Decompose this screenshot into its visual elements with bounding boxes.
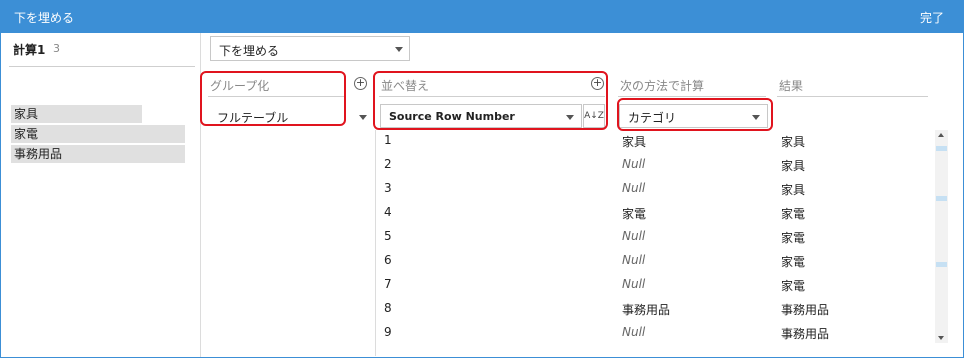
category-cell: 家電 xyxy=(622,207,647,221)
divider xyxy=(777,96,928,97)
result-cell: 家具 xyxy=(781,183,806,197)
scroll-up-icon[interactable] xyxy=(938,133,944,137)
scroll-marker xyxy=(936,146,947,151)
row-number: 8 xyxy=(384,301,392,315)
result-header: 結果 xyxy=(779,79,804,93)
sort-order-icon[interactable]: A↓Z xyxy=(583,104,605,128)
result-cell: 家電 xyxy=(781,231,806,245)
sort-by-dropdown[interactable]: Source Row Number xyxy=(380,104,582,128)
scroll-marker xyxy=(936,262,947,267)
table-row: 9 Null 事務用品 xyxy=(0,322,930,346)
function-select-value: 下を埋める xyxy=(219,44,280,58)
table-row: 3 Null 家具 xyxy=(0,178,930,202)
compute-by-value: カテゴリ xyxy=(628,111,677,125)
table-row: 2 Null 家具 xyxy=(0,154,930,178)
category-cell: Null xyxy=(622,157,646,171)
row-number: 6 xyxy=(384,253,392,267)
chevron-down-icon xyxy=(395,47,403,52)
category-cell: Null xyxy=(622,277,646,291)
table-row: 6 Null 家電 xyxy=(0,250,930,274)
scroll-marker xyxy=(936,196,947,201)
result-cell: 家具 xyxy=(781,135,806,149)
table-row: 8 事務用品 事務用品 xyxy=(0,298,930,322)
add-sort-plus-icon[interactable]: + xyxy=(591,77,604,90)
row-number: 4 xyxy=(384,205,392,219)
result-cell: 家電 xyxy=(781,279,806,293)
category-item[interactable]: 家具 xyxy=(11,105,142,123)
function-select[interactable]: 下を埋める xyxy=(210,36,410,61)
divider xyxy=(9,66,195,67)
result-cell: 家電 xyxy=(781,255,806,269)
vertical-scrollbar[interactable] xyxy=(935,130,948,343)
chevron-down-icon xyxy=(359,115,367,120)
result-cell: 事務用品 xyxy=(781,303,830,317)
sort-by-value: Source Row Number xyxy=(389,110,515,123)
window-title: 下を埋める xyxy=(14,11,75,25)
table-row: 4 家電 家電 xyxy=(0,202,930,226)
compute-by-header: 次の方法で計算 xyxy=(620,79,705,93)
category-cell: 事務用品 xyxy=(622,303,671,317)
compute-by-dropdown[interactable]: カテゴリ xyxy=(619,104,768,128)
row-number: 3 xyxy=(384,181,392,195)
row-number: 1 xyxy=(384,133,392,147)
category-cell: Null xyxy=(622,253,646,267)
add-group-plus-icon[interactable]: + xyxy=(354,77,367,90)
group-by-header: グループ化 xyxy=(210,79,270,93)
title-bar: 下を埋める 完了 xyxy=(0,0,964,33)
category-cell: Null xyxy=(622,325,646,339)
calculation-count: 3 xyxy=(53,42,60,55)
row-number: 2 xyxy=(384,157,392,171)
table-row: 5 Null 家電 xyxy=(0,226,930,250)
row-number: 5 xyxy=(384,229,392,243)
divider xyxy=(208,96,344,97)
chevron-down-icon xyxy=(566,115,574,120)
divider xyxy=(379,96,605,97)
calculation-name[interactable]: 計算1 xyxy=(13,41,45,58)
table-row: 7 Null 家電 xyxy=(0,274,930,298)
done-button[interactable]: 完了 xyxy=(920,9,944,26)
category-cell: Null xyxy=(622,181,646,195)
group-by-value: フルテーブル xyxy=(217,111,289,125)
table-row: 1 家具 家具 xyxy=(0,130,930,154)
row-number: 7 xyxy=(384,277,392,291)
result-cell: 事務用品 xyxy=(781,327,830,341)
row-number: 9 xyxy=(384,325,392,339)
result-cell: 家電 xyxy=(781,207,806,221)
group-by-dropdown[interactable]: フルテーブル xyxy=(208,104,372,128)
divider xyxy=(618,96,766,97)
result-cell: 家具 xyxy=(781,159,806,173)
sort-by-header: 並べ替え xyxy=(381,79,430,93)
category-cell: 家具 xyxy=(622,135,647,149)
category-cell: Null xyxy=(622,229,646,243)
chevron-down-icon xyxy=(752,115,760,120)
scroll-down-icon[interactable] xyxy=(938,336,944,340)
